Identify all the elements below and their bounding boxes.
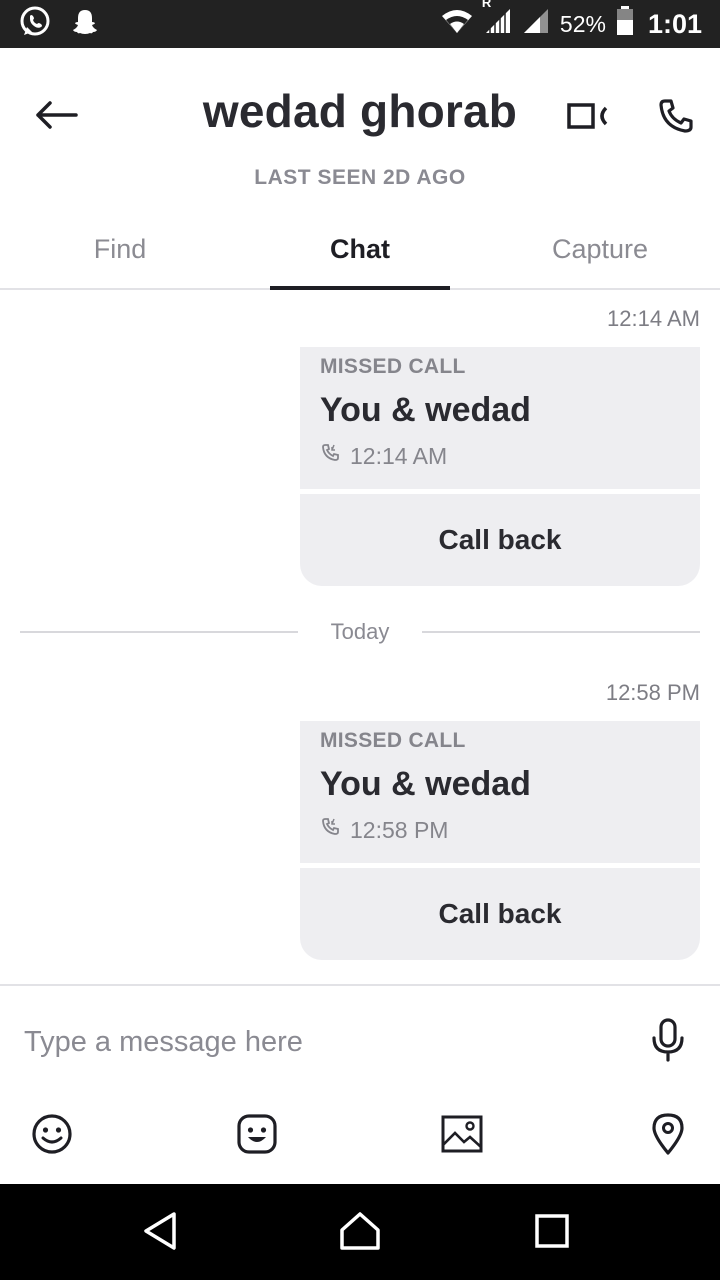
recents-icon (533, 1212, 571, 1255)
nav-back-button[interactable] (132, 1208, 188, 1258)
video-call-button[interactable] (562, 96, 614, 140)
tab-bar: Find Chat Capture (0, 208, 720, 290)
arrow-left-icon (34, 100, 78, 135)
battery-percent: 52% (559, 10, 606, 37)
message-timestamp: 12:14 AM (607, 306, 700, 331)
video-call-icon (566, 100, 610, 137)
call-participants: You & wedad (320, 765, 531, 803)
tab-chat[interactable]: Chat (240, 208, 480, 290)
call-type-label: MISSED CALL (320, 729, 466, 752)
call-participants: You & wedad (320, 391, 531, 429)
microphone-icon (650, 1017, 686, 1067)
call-info[interactable]: MISSED CALL You & wedad 12:14 AM (300, 347, 700, 489)
emoji-icon (30, 1112, 74, 1161)
signal-icon: R (482, 0, 512, 41)
call-back-button[interactable]: Call back (300, 494, 700, 586)
date-divider: Today (20, 618, 700, 646)
image-icon (440, 1114, 484, 1159)
voice-call-button[interactable] (650, 94, 702, 142)
call-time: 12:14 AM (350, 442, 448, 469)
back-triangle-icon (140, 1210, 180, 1257)
image-button[interactable] (436, 1110, 488, 1162)
sticker-icon (235, 1112, 279, 1161)
sticker-button[interactable] (231, 1110, 283, 1162)
location-button[interactable] (642, 1110, 694, 1162)
chat-header: wedad ghorab LAST SEEN 2D AGO (0, 48, 720, 208)
nav-home-button[interactable] (332, 1208, 388, 1258)
system-nav-bar (0, 1184, 720, 1280)
phone-icon (657, 97, 695, 140)
status-time: 1:01 (647, 8, 702, 39)
battery-icon (616, 6, 634, 42)
message-input[interactable] (24, 1014, 624, 1070)
last-seen-status: LAST SEEN 2D AGO (254, 166, 466, 189)
status-bar: R 52% 1:01 (0, 0, 720, 48)
call-time: 12:58 PM (350, 816, 449, 843)
phone-incoming-icon (320, 816, 342, 844)
phone-incoming-icon (320, 442, 342, 470)
call-type-label: MISSED CALL (320, 355, 466, 378)
whatsapp-icon (18, 5, 52, 44)
snapchat-icon (70, 7, 100, 42)
message-composer (0, 984, 720, 1184)
wifi-icon (440, 7, 474, 41)
tab-capture[interactable]: Capture (480, 208, 720, 288)
home-icon (338, 1210, 382, 1257)
emoji-button[interactable] (26, 1110, 78, 1162)
call-back-button[interactable]: Call back (300, 868, 700, 960)
signal-icon (522, 7, 550, 41)
missed-call-card: MISSED CALL You & wedad 12:58 PM Call ba… (300, 721, 700, 960)
call-info[interactable]: MISSED CALL You & wedad 12:58 PM (300, 721, 700, 863)
back-button[interactable] (28, 94, 84, 140)
message-timestamp: 12:58 PM (605, 680, 700, 705)
microphone-button[interactable] (644, 1016, 692, 1068)
missed-call-card: MISSED CALL You & wedad 12:14 AM Call ba… (300, 347, 700, 586)
tab-find[interactable]: Find (0, 208, 240, 288)
location-pin-icon (650, 1112, 686, 1161)
nav-recents-button[interactable] (524, 1208, 580, 1258)
